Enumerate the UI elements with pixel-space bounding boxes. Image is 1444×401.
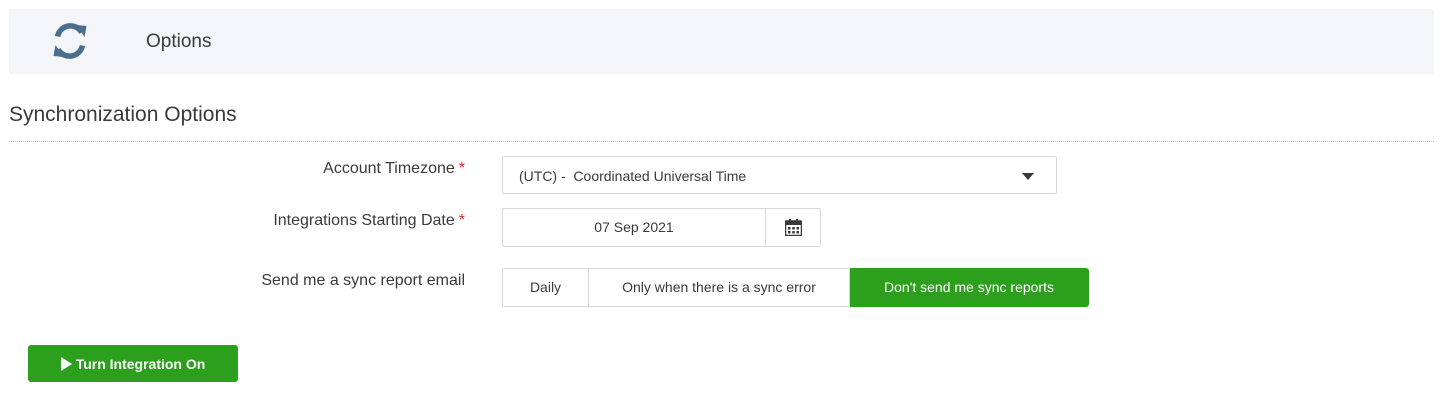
- header-title: Options: [146, 31, 212, 52]
- header-bar: Options: [9, 9, 1434, 74]
- sync-report-option-daily[interactable]: Daily: [502, 268, 589, 307]
- turn-integration-on-button[interactable]: Turn Integration On: [28, 345, 238, 382]
- sync-report-option-on-error[interactable]: Only when there is a sync error: [589, 268, 850, 307]
- start-date-input[interactable]: 07 Sep 2021: [502, 208, 766, 247]
- page: Options Synchronization Options Account …: [0, 0, 1444, 401]
- calendar-button[interactable]: [765, 208, 821, 247]
- start-date-label: Integrations Starting Date *: [273, 212, 465, 230]
- timezone-label-text: Account Timezone: [323, 160, 455, 177]
- timezone-select-value: (UTC) - Coordinated Universal Time: [519, 168, 747, 184]
- sync-report-label: Send me a sync report email: [261, 272, 465, 289]
- chevron-down-icon[interactable]: [1022, 173, 1034, 180]
- calendar-icon: [785, 219, 802, 236]
- section-title: Synchronization Options: [9, 103, 237, 126]
- turn-integration-on-label: Turn Integration On: [75, 355, 206, 372]
- required-marker: *: [458, 160, 465, 177]
- timezone-select[interactable]: (UTC) - Coordinated Universal Time: [502, 156, 1057, 194]
- timezone-label: Account Timezone *: [323, 160, 465, 178]
- play-icon: [60, 356, 72, 371]
- sync-arrows-icon: [47, 18, 93, 64]
- start-date-label-text: Integrations Starting Date: [273, 212, 455, 229]
- required-marker: *: [458, 212, 465, 229]
- sync-report-option-none[interactable]: Don't send me sync reports: [850, 268, 1089, 307]
- sync-report-toggle-group: Daily Only when there is a sync error Do…: [502, 268, 1089, 307]
- section-divider: [9, 141, 1434, 142]
